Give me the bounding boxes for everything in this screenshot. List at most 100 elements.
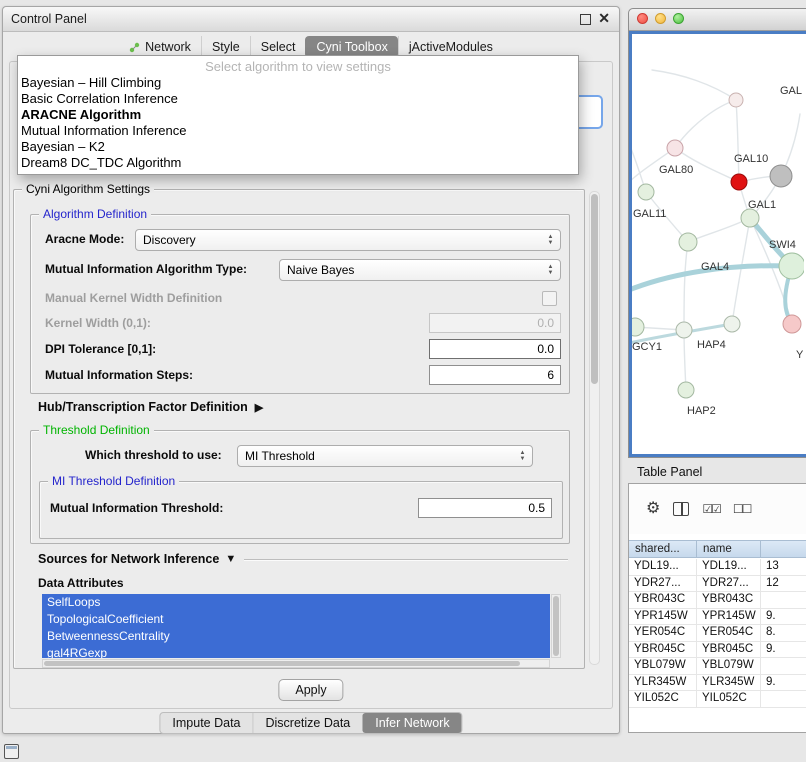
algorithm-option[interactable]: Bayesian – K2	[18, 139, 578, 155]
zoom-traffic-light-icon[interactable]	[673, 13, 684, 24]
network-window-titlebar	[629, 9, 806, 31]
table-cell: YDL19...	[629, 559, 697, 575]
network-canvas-svg[interactable]: GALGAL80GAL10GAL11GAL1SWI4GAL4GCY1HAP4HA…	[632, 34, 804, 456]
algorithm-option[interactable]: ARACNE Algorithm	[18, 107, 578, 123]
column-header-extra[interactable]	[761, 541, 806, 557]
column-header-shared-name[interactable]: shared...	[629, 541, 697, 557]
table-row[interactable]: YBL079WYBL079W	[629, 658, 806, 675]
manual-kernel-checkbox[interactable]	[542, 291, 557, 306]
network-node[interactable]	[676, 322, 692, 338]
tab-infer-network[interactable]: Infer Network	[362, 713, 461, 733]
network-node[interactable]	[678, 382, 694, 398]
algorithm-option[interactable]: Bayesian – Hill Climbing	[18, 75, 578, 91]
algorithm-option[interactable]: Dream8 DC_TDC Algorithm	[18, 155, 578, 171]
table-row[interactable]: YER054CYER054C8.	[629, 625, 806, 642]
network-view-window: GALGAL80GAL10GAL11GAL1SWI4GAL4GCY1HAP4HA…	[628, 8, 806, 458]
chevron-down-icon: ▼	[520, 456, 526, 462]
network-node[interactable]	[729, 93, 743, 107]
data-attribute-item[interactable]: TopologicalCoefficient	[42, 611, 550, 628]
algorithm-option[interactable]: Mutual Information Inference	[18, 123, 578, 139]
scrollbar-thumb[interactable]	[591, 194, 598, 384]
data-attribute-item[interactable]: BetweennessCentrality	[42, 628, 550, 645]
scrollbar-thumb[interactable]	[44, 661, 520, 666]
scrollbar-thumb[interactable]	[553, 596, 559, 656]
settings-vertical-scrollbar[interactable]	[589, 191, 600, 665]
attribute-list-horizontal-scrollbar[interactable]	[42, 659, 550, 668]
network-node[interactable]	[724, 316, 740, 332]
select-all-icon[interactable]: ☑☑	[702, 502, 720, 516]
close-traffic-light-icon[interactable]	[637, 13, 648, 24]
tab-discretize-data[interactable]: Discretize Data	[253, 713, 363, 733]
network-edge	[675, 100, 736, 148]
tab-label: Select	[261, 40, 296, 54]
algorithm-option[interactable]: Basic Correlation Inference	[18, 91, 578, 107]
tab-impute-data[interactable]: Impute Data	[160, 713, 252, 733]
apply-button[interactable]: Apply	[278, 679, 343, 701]
data-attribute-item[interactable]: gal4RGexp	[42, 645, 550, 658]
network-node[interactable]	[779, 253, 804, 279]
network-node[interactable]	[679, 233, 697, 251]
network-node-label: HAP2	[687, 405, 716, 417]
network-node-label: GCY1	[632, 341, 662, 353]
table-row[interactable]: YBR043CYBR043C	[629, 592, 806, 609]
network-node[interactable]	[741, 209, 759, 227]
mi-type-label: Mutual Information Algorithm Type:	[45, 262, 247, 276]
table-row[interactable]: YLR345WYLR345W9.	[629, 675, 806, 692]
table-header-row: shared... name	[629, 540, 806, 558]
table-cell: YPR145W	[629, 609, 697, 625]
mi-steps-field[interactable]: 6	[429, 365, 561, 385]
network-node[interactable]	[731, 174, 747, 190]
restore-panel-icon[interactable]	[4, 744, 19, 759]
float-window-icon[interactable]	[580, 14, 591, 25]
network-node[interactable]	[783, 315, 801, 333]
column-selector-icon[interactable]	[673, 502, 689, 516]
close-icon[interactable]: ✕	[598, 10, 610, 27]
sources-section-header[interactable]: Sources for Network Inference ▼	[38, 552, 568, 566]
dpi-tolerance-field[interactable]: 0.0	[429, 339, 561, 359]
minimize-traffic-light-icon[interactable]	[655, 13, 666, 24]
table-body: YDL19...YDL19...13YDR27...YDR27...12YBR0…	[629, 559, 806, 732]
data-attribute-item[interactable]: SelfLoops	[42, 594, 550, 611]
table-cell: 8.	[761, 625, 806, 641]
table-row[interactable]: YBR045CYBR045C9.	[629, 642, 806, 659]
mi-type-combobox[interactable]: Naive Bayes ▲ ▼	[279, 259, 561, 281]
table-cell: YDL19...	[697, 559, 761, 575]
table-row[interactable]: YDR27...YDR27...12	[629, 576, 806, 593]
expanded-arrow-icon: ▼	[225, 553, 236, 565]
table-cell: YIL052C	[697, 691, 761, 707]
kernel-width-field[interactable]: 0.0	[429, 313, 561, 333]
table-row[interactable]: YDL19...YDL19...13	[629, 559, 806, 576]
attribute-list-vertical-scrollbar[interactable]	[551, 594, 561, 658]
table-row[interactable]: YIL052CYIL052C	[629, 691, 806, 708]
chevron-down-icon: ▼	[548, 270, 554, 276]
which-threshold-combobox[interactable]: MI Threshold ▲ ▼	[237, 445, 533, 467]
network-node-label: SWI4	[769, 239, 796, 251]
mi-steps-value: 6	[547, 368, 554, 382]
table-row[interactable]: YPR145WYPR145W9.	[629, 609, 806, 626]
dpi-tolerance-label: DPI Tolerance [0,1]:	[45, 342, 156, 356]
network-node[interactable]	[667, 140, 683, 156]
hub-section-header[interactable]: Hub/Transcription Factor Definition ▶	[38, 400, 263, 414]
network-node[interactable]	[632, 318, 644, 336]
network-tab-icon	[129, 42, 140, 53]
table-cell: 13	[761, 559, 806, 575]
table-cell: 9.	[761, 609, 806, 625]
table-cell: YDR27...	[629, 576, 697, 592]
network-canvas[interactable]: GALGAL80GAL10GAL11GAL1SWI4GAL4GCY1HAP4HA…	[629, 31, 806, 457]
network-node[interactable]	[638, 184, 654, 200]
table-cell	[761, 691, 806, 707]
aracne-mode-value: Discovery	[143, 233, 196, 247]
aracne-mode-combobox[interactable]: Discovery ▲ ▼	[135, 229, 561, 251]
control-panel-title: Control Panel	[11, 7, 87, 31]
kernel-width-label: Kernel Width (0,1):	[45, 316, 151, 330]
deselect-all-icon[interactable]: ☐☐	[733, 502, 751, 516]
column-header-name[interactable]: name	[697, 541, 761, 557]
combo-arrows-icon: ▲ ▼	[515, 447, 530, 465]
network-node[interactable]	[770, 165, 792, 187]
gear-icon[interactable]: ⚙	[646, 501, 660, 517]
mi-threshold-field[interactable]: 0.5	[418, 498, 552, 518]
network-node-label: GAL4	[701, 261, 729, 273]
network-edge	[732, 218, 750, 324]
mi-threshold-label: Mutual Information Threshold:	[50, 501, 223, 515]
network-edge	[652, 70, 736, 100]
